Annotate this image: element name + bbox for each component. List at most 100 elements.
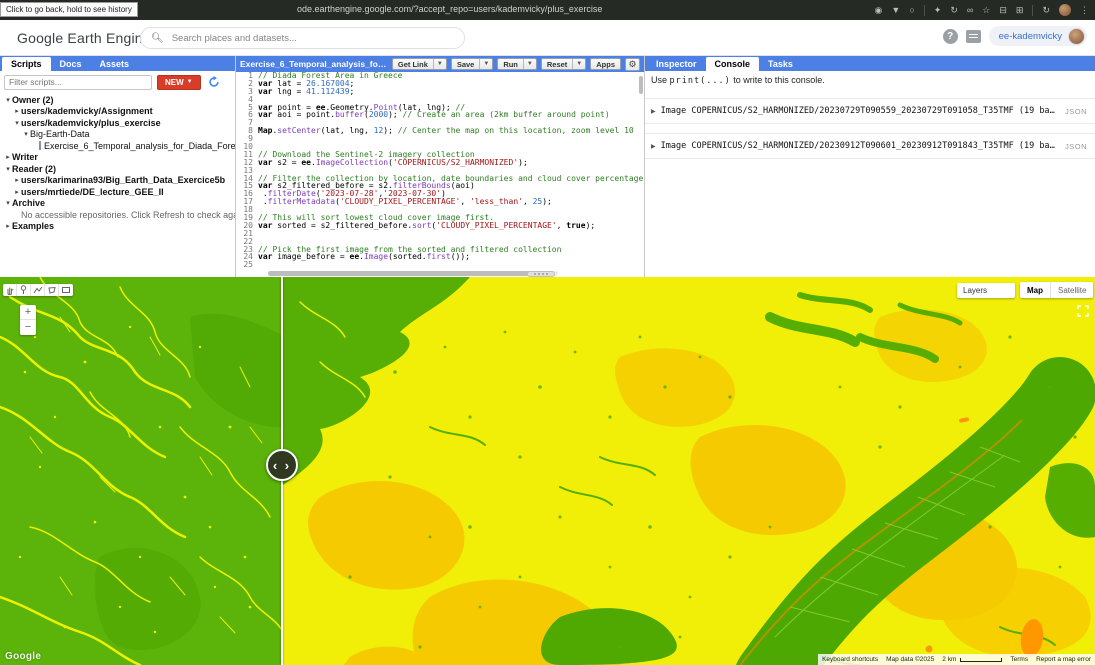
expand-triangle-icon[interactable]: ▶ [651, 108, 656, 115]
code-line[interactable]: 12var s2 = ee.ImageCollection('COPERNICU… [236, 159, 644, 167]
zoom-in-button[interactable]: + [20, 305, 36, 320]
help-icon[interactable]: ? [943, 29, 958, 44]
tree-item[interactable]: ▸users/karimarina93/Big_Earth_Data_Exerc… [0, 175, 235, 187]
script-filename[interactable]: Exercise_6_Temporal_analysis_for_Diada_F… [240, 59, 388, 69]
tab-scripts[interactable]: Scripts [2, 57, 51, 71]
tree-item[interactable]: ▸Writer [0, 152, 235, 164]
map-view[interactable]: ‹ › + − Layers Map [0, 277, 1095, 665]
rectangle-icon[interactable] [59, 284, 73, 296]
tree-toggle-icon[interactable]: ▸ [4, 222, 12, 230]
tree-item[interactable]: ▾Archive [0, 198, 235, 210]
json-link[interactable]: JSON [1057, 142, 1087, 151]
tab-inspector[interactable]: Inspector [647, 57, 706, 71]
kebab-menu-icon[interactable]: ⋮ [1080, 5, 1089, 15]
chevron-down-icon[interactable]: ▼ [479, 59, 492, 69]
save-button[interactable]: Save ▼ [451, 58, 493, 70]
feedback-icon[interactable] [966, 30, 981, 43]
extension-icon[interactable]: ✦ [934, 5, 942, 15]
sync-icon[interactable]: ↻ [1042, 5, 1050, 15]
point-marker-icon[interactable] [17, 284, 31, 296]
json-link[interactable]: JSON [1057, 107, 1087, 116]
logo[interactable]: Google Earth Engine [0, 30, 150, 46]
tree-item[interactable]: ▸Examples [0, 221, 235, 233]
code-line[interactable]: 25 [236, 261, 644, 269]
account-avatar[interactable] [1068, 28, 1085, 45]
apps-grid-icon[interactable]: ⊞ [1016, 5, 1024, 15]
tab-console[interactable]: Console [706, 57, 760, 71]
tree-item[interactable]: ▾Reader (2) [0, 163, 235, 175]
console-entry[interactable]: ▶ Image COPERNICUS/S2_HARMONIZED/20230912… [645, 133, 1095, 159]
account-chip[interactable]: ee-kademvicky [989, 26, 1087, 46]
keyboard-shortcuts-link[interactable]: Keyboard shortcuts [818, 654, 882, 665]
scrollbar-thumb[interactable] [268, 271, 535, 276]
map-type-map[interactable]: Map [1020, 282, 1051, 298]
tree-toggle-icon[interactable]: ▸ [13, 176, 21, 184]
filter-scripts-input[interactable] [4, 75, 152, 90]
console-entry[interactable]: ▶Image COPERNICUS/S2_HARMONIZED/20230729… [645, 98, 1095, 124]
tree-item[interactable]: ▾Owner (2) [0, 94, 235, 106]
console-entry-text: Image COPERNICUS/S2_HARMONIZED/20230912T… [661, 141, 1057, 151]
new-script-button[interactable]: NEW ▼ [157, 75, 201, 90]
vertical-scrollbar[interactable] [639, 76, 643, 94]
extension-icon[interactable]: ○ [909, 5, 914, 15]
refresh-button[interactable] [206, 74, 222, 90]
tree-toggle-icon[interactable]: ▾ [13, 119, 21, 127]
chevron-down-icon[interactable]: ▼ [572, 59, 585, 69]
zoom-out-button[interactable]: − [20, 320, 36, 335]
tree-item[interactable]: ▾Big-Earth-Data [0, 129, 235, 141]
tree-item[interactable]: ▸users/mrtiede/DE_lecture_GEE_II [0, 186, 235, 198]
code-line[interactable]: 21 [236, 230, 644, 238]
tree-toggle-icon[interactable]: ▾ [4, 199, 12, 207]
history-icon[interactable]: ↻ [950, 5, 958, 15]
bookmark-star-icon[interactable]: ☆ [982, 5, 990, 15]
workspace-panels: Scripts Docs Assets NEW ▼ ▾Owner (2)▸use… [0, 56, 1095, 277]
pan-hand-icon[interactable] [3, 284, 17, 296]
fullscreen-icon[interactable] [1077, 305, 1089, 317]
layer-swipe-handle[interactable]: ‹ › [266, 449, 298, 481]
reset-button[interactable]: Reset ▼ [541, 58, 586, 70]
tab-tasks[interactable]: Tasks [759, 57, 802, 71]
terms-link[interactable]: Terms [1006, 654, 1032, 665]
tree-item[interactable]: ▾users/kademvicky/plus_exercise [0, 117, 235, 129]
code-line[interactable]: 20var sorted = s2_filtered_before.sort('… [236, 222, 644, 230]
browser-profile-avatar[interactable] [1059, 4, 1071, 16]
code-line[interactable]: 8Map.setCenter(lat, lng, 12); // Center … [236, 127, 644, 135]
horizontal-scrollbar[interactable] [268, 271, 558, 276]
polyline-icon[interactable] [31, 284, 45, 296]
tree-toggle-icon[interactable]: ▸ [13, 107, 21, 115]
code-line[interactable]: 9 [236, 135, 644, 143]
extension-icon[interactable]: ▼ [891, 5, 900, 15]
tree-item[interactable]: ▸users/kademvicky/Assignment [0, 106, 235, 118]
tree-toggle-icon[interactable]: ▾ [4, 165, 12, 173]
tab-docs[interactable]: Docs [51, 57, 91, 71]
map-imagery[interactable] [0, 277, 1095, 665]
code-line[interactable]: 3var lng = 41.112439; [236, 88, 644, 96]
report-map-error-link[interactable]: Report a map error [1032, 654, 1095, 665]
code-line[interactable]: 6var aoi = point.buffer(2000); // Create… [236, 111, 644, 119]
tree-toggle-icon[interactable]: ▾ [4, 96, 12, 104]
expand-triangle-icon[interactable]: ▶ [651, 143, 656, 150]
tab-assets[interactable]: Assets [91, 57, 139, 71]
editor-settings-gear-icon[interactable]: ⚙ [625, 58, 640, 71]
panel-resize-handle[interactable] [527, 271, 555, 277]
tree-toggle-icon[interactable]: ▾ [22, 130, 30, 138]
address-bar[interactable]: ode.earthengine.google.com/?accept_repo=… [297, 4, 602, 14]
print-icon[interactable]: ⊟ [999, 5, 1007, 15]
search-input[interactable]: 🔍︎ Search places and datasets... [140, 27, 465, 49]
code-line[interactable]: 24var image_before = ee.Image(sorted.fir… [236, 253, 644, 261]
code-line[interactable]: 17 .filterMetadata('CLOUDY_PIXEL_PERCENT… [236, 198, 644, 206]
map-type-satellite[interactable]: Satellite [1051, 282, 1093, 298]
tree-toggle-icon[interactable]: ▸ [4, 153, 12, 161]
apps-button[interactable]: Apps [590, 58, 621, 70]
run-button[interactable]: Run ▼ [497, 58, 537, 70]
get-link-button[interactable]: Get Link ▼ [392, 58, 447, 70]
code-editor[interactable]: 1// Diada Forest Area in Greece2var lat … [236, 72, 644, 270]
tree-toggle-icon[interactable]: ▸ [13, 188, 21, 196]
extension-icon[interactable]: ◉ [875, 5, 883, 15]
polygon-icon[interactable] [45, 284, 59, 296]
chevron-down-icon[interactable]: ▼ [523, 59, 536, 69]
layers-button[interactable]: Layers [957, 283, 1015, 298]
tree-item[interactable]: Exercise_6_Temporal_analysis_for_Diada_F… [0, 140, 235, 152]
link-icon[interactable]: ∞ [967, 5, 973, 15]
chevron-down-icon[interactable]: ▼ [433, 59, 446, 69]
